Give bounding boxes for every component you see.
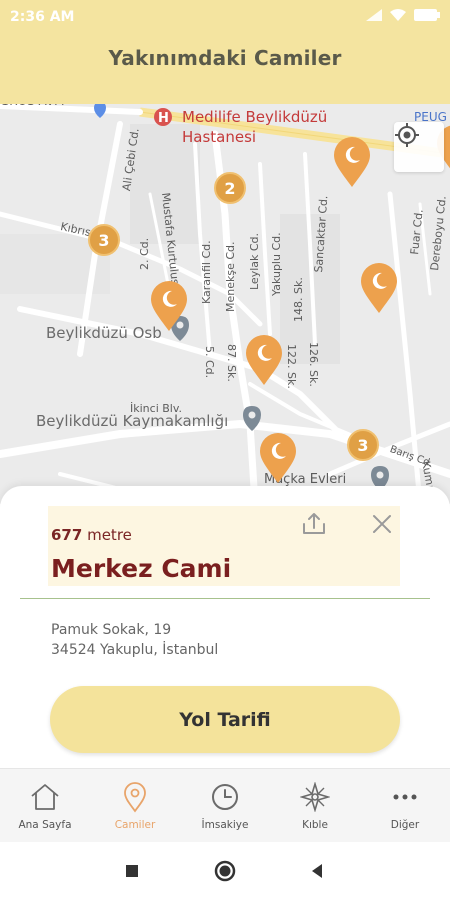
map-view[interactable]: H GROS AVM Medilife Beylikdüzü Hastanesi… [0, 94, 450, 504]
crosshair-icon [395, 123, 419, 147]
nav-label: Ana Sayfa [18, 819, 72, 831]
cluster-marker[interactable]: 2 [214, 172, 246, 204]
battery-icon [414, 9, 440, 21]
mosque-pin[interactable] [245, 334, 283, 386]
map-label: 148. Sk. [292, 277, 305, 322]
nav-label: Diğer [390, 819, 420, 831]
location-pin-icon [124, 782, 146, 813]
divider [20, 598, 430, 599]
svg-text:H: H [158, 111, 169, 126]
nav-item-mosques[interactable]: Camiler [90, 769, 180, 843]
system-navigation-bar [0, 842, 450, 900]
map-label: Beylikdüzü Osb [46, 324, 162, 342]
cluster-marker[interactable]: 3 [88, 224, 120, 256]
signal-icon [366, 9, 382, 21]
map-label: Leylak Cd. [248, 232, 261, 290]
share-icon[interactable] [300, 510, 328, 538]
map-label: Hastanesi [182, 128, 257, 146]
app-header: 2:36 AM Yakınımdaki Camiler [0, 0, 450, 104]
mosque-detail-sheet: 677 metre Merkez Cami Pamuk Sokak, 19 34… [0, 486, 450, 776]
distance-unit: metre [87, 526, 132, 544]
mosque-pin[interactable] [360, 262, 398, 314]
nav-item-qibla[interactable]: Kıble [270, 769, 360, 843]
map-label: 5. Cd. [203, 346, 216, 379]
map-label: 122. Sk. [285, 344, 298, 389]
distance-value: 677 [51, 526, 83, 544]
nav-label: Kıble [302, 819, 328, 831]
cluster-marker[interactable]: 3 [347, 429, 379, 461]
mosque-name: Merkez Cami [51, 554, 232, 583]
nav-item-home[interactable]: Ana Sayfa [0, 769, 90, 843]
mosque-address: Pamuk Sokak, 19 34524 Yakuplu, İstanbul [51, 620, 218, 660]
map-label: Beylikdüzü Kaymakamlığı [36, 412, 229, 430]
my-location-button[interactable] [394, 122, 444, 172]
directions-button[interactable]: Yol Tarifi [50, 686, 400, 753]
mosque-pin[interactable] [333, 136, 371, 188]
address-line-2: 34524 Yakuplu, İstanbul [51, 642, 219, 658]
map-label: 2. Cd. [138, 237, 151, 270]
status-bar: 2:36 AM [0, 0, 450, 34]
nav-label: İmsakiye [201, 819, 249, 831]
close-icon[interactable] [368, 510, 396, 538]
map-label: 87. Sk. [225, 344, 238, 382]
mosque-pin[interactable] [150, 280, 188, 332]
bottom-navigation: Ana Sayfa Camiler İmsakiye Kıble Diğer [0, 768, 450, 842]
wifi-icon [390, 9, 406, 21]
nav-item-more[interactable]: Diğer [360, 769, 450, 843]
map-label: Medilife Beylikdüzü [182, 108, 328, 126]
more-icon [393, 794, 417, 800]
back-icon[interactable] [306, 860, 328, 882]
page-title: Yakınımdaki Camiler [108, 46, 342, 70]
nav-item-imsakiye[interactable]: İmsakiye [180, 769, 270, 843]
map-label: Karanfil Cd. [200, 240, 213, 304]
address-line-1: Pamuk Sokak, 19 [51, 622, 172, 638]
recent-apps-icon[interactable] [121, 860, 143, 882]
compass-icon [300, 782, 330, 812]
map-label: 126. Sk. [307, 342, 320, 387]
map-label: Yakuplu Cd. [270, 232, 283, 296]
status-time: 2:36 AM [10, 9, 75, 25]
map-label: Menekşe Cd. [224, 241, 237, 312]
home-button-icon[interactable] [214, 860, 236, 882]
nav-label: Camiler [114, 819, 156, 831]
clock-icon [212, 784, 238, 810]
home-icon [31, 784, 59, 810]
status-icons [366, 9, 440, 21]
distance-text: 677 metre [51, 526, 132, 544]
mosque-pin[interactable] [259, 432, 297, 484]
